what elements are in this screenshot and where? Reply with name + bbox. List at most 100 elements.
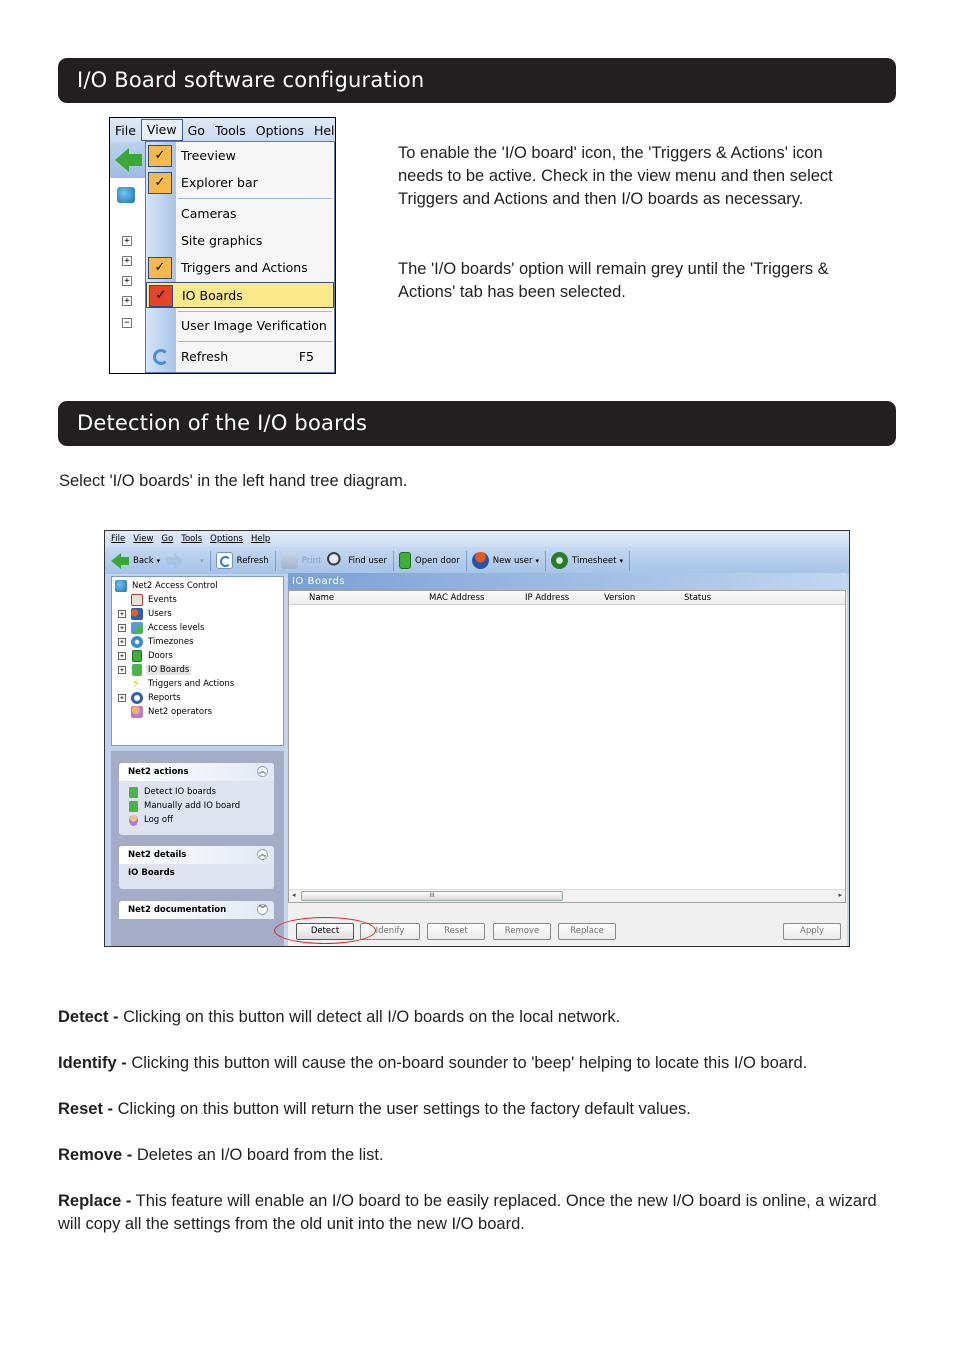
users-icon [131, 608, 143, 620]
panel-header[interactable]: Net2 actions ︽ [119, 763, 274, 781]
network-icon [115, 580, 127, 592]
section-header-detection: Detection of the I/O boards [58, 401, 896, 446]
tree-item-label: Doors [148, 651, 173, 661]
definition-text: This feature will enable an I/O board to… [58, 1192, 877, 1233]
timesheet-button[interactable]: Timesheet ▾ [551, 552, 623, 569]
column-header-ip-address[interactable]: IP Address [525, 593, 569, 603]
remove-button[interactable]: Remove [493, 923, 551, 940]
tree-item-label: Timezones [148, 637, 194, 647]
app-menu-file[interactable]: File [111, 534, 125, 544]
collapse-icon[interactable]: ︽ [257, 849, 268, 860]
tree-expander[interactable]: + [122, 236, 132, 246]
menu-help[interactable]: Hel [309, 123, 335, 138]
operator-icon [129, 814, 138, 826]
open-door-button[interactable]: Open door [399, 552, 460, 569]
column-header-version[interactable]: Version [604, 593, 635, 603]
back-arrow-icon-tail [121, 556, 129, 565]
apply-button[interactable]: Apply [783, 923, 841, 940]
scroll-right-icon[interactable]: ▸ [838, 891, 842, 899]
panel-header[interactable]: Net2 details ︽ [119, 846, 274, 864]
menu-view[interactable]: View [140, 119, 183, 141]
action-manually-add-io-board[interactable]: Manually add IO board [119, 799, 274, 813]
chevron-down-icon: ▾ [156, 556, 161, 565]
tree-expander[interactable]: + [122, 256, 132, 266]
forward-button[interactable]: ▾ [166, 552, 204, 569]
print-label: Print [301, 555, 322, 566]
menu-item-user-image-verification[interactable]: User Image Verification [146, 313, 334, 339]
toolbar-separator [545, 550, 547, 571]
app-menu-help[interactable]: Help [251, 534, 270, 544]
column-header-mac-address[interactable]: MAC Address [429, 593, 485, 603]
back-arrow-icon-tail [128, 154, 142, 166]
expand-icon[interactable]: + [118, 610, 126, 618]
find-user-button[interactable]: Find user [327, 552, 387, 569]
reset-button[interactable]: Reset [427, 923, 485, 940]
refresh-label: Refresh [236, 555, 269, 566]
menu-item-io-boards[interactable]: ✓ IO Boards [146, 282, 334, 308]
app-menu-tools[interactable]: Tools [181, 534, 202, 544]
expand-icon[interactable]: + [118, 624, 126, 632]
expand-icon[interactable]: + [118, 652, 126, 660]
action-detect-io-boards[interactable]: Detect IO boards [119, 785, 274, 799]
tree-item-label: Net2 operators [148, 707, 213, 717]
tree-expander[interactable]: + [122, 296, 132, 306]
column-header-status[interactable]: Status [684, 593, 711, 603]
scrollbar-thumb[interactable]: III [301, 891, 563, 901]
action-label: Detect IO boards [144, 787, 216, 797]
timesheet-label: Timesheet [572, 555, 617, 566]
io-boards-list[interactable]: Name MAC Address IP Address Version Stat… [288, 590, 846, 903]
intro-paragraph-2: The 'I/O boards' option will remain grey… [398, 260, 829, 301]
horizontal-scrollbar[interactable]: ◂ III ▸ [289, 889, 845, 902]
action-log-off[interactable]: Log off [119, 813, 274, 827]
print-button[interactable]: Print [280, 552, 322, 569]
tree-expander[interactable]: + [122, 276, 132, 286]
door-icon [399, 552, 412, 569]
new-user-button[interactable]: New user ▾ [471, 552, 539, 569]
refresh-icon [215, 552, 233, 569]
replace-button[interactable]: Replace [558, 923, 616, 940]
menu-item-treeview[interactable]: ✓ Treeview [146, 143, 334, 169]
expand-icon[interactable]: ︾ [257, 904, 268, 915]
refresh-button[interactable]: Refresh [215, 552, 269, 569]
scroll-left-icon[interactable]: ◂ [292, 891, 296, 899]
app-menu-go[interactable]: Go [161, 534, 173, 544]
panel-header[interactable]: Net2 documentation ︾ [119, 901, 274, 919]
column-header-name[interactable]: Name [309, 593, 334, 603]
expand-icon[interactable]: + [118, 638, 126, 646]
menu-item-label: Explorer bar [181, 175, 258, 190]
menu-tools[interactable]: Tools [210, 123, 251, 138]
net2-documentation-panel: Net2 documentation ︾ [119, 901, 274, 919]
view-menu-screenshot: + + + + − File View Go Tools Options Hel… [109, 117, 336, 374]
net2-details-panel: Net2 details ︽ IO Boards [119, 846, 274, 889]
back-button[interactable]: Back ▾ [111, 552, 161, 569]
toolbar-separator [209, 550, 211, 571]
forward-arrow-icon-tail [166, 556, 175, 565]
back-arrow-icon [115, 148, 129, 172]
io-board-icon [129, 800, 138, 812]
menu-item-explorer-bar[interactable]: ✓ Explorer bar [146, 170, 334, 196]
definition-term: Replace - [58, 1192, 132, 1210]
app-menu-view[interactable]: View [133, 534, 153, 544]
menu-item-site-graphics[interactable]: Site graphics [146, 228, 334, 254]
collapse-icon[interactable]: ︽ [257, 766, 268, 777]
pane-splitter[interactable] [284, 576, 287, 946]
expand-icon[interactable]: + [118, 666, 126, 674]
menu-go[interactable]: Go [183, 123, 210, 138]
tree-item-label: Triggers and Actions [148, 679, 235, 689]
tree-expander[interactable]: − [122, 318, 132, 328]
menu-file[interactable]: File [110, 123, 141, 138]
definition-detect: Detect - Clicking on this button will de… [58, 1006, 898, 1029]
menu-options[interactable]: Options [251, 123, 309, 138]
net2-app-screenshot: File View Go Tools Options Help Back ▾ ▾ … [104, 530, 850, 947]
app-menu-options[interactable]: Options [210, 534, 243, 544]
navigation-tree: Net2 Access Control Events + Users + Acc… [111, 576, 284, 746]
menu-item-refresh[interactable]: Refresh F5 [146, 344, 334, 370]
explorer-bar: Net2 actions ︽ Detect IO boards Manually… [111, 751, 284, 946]
menu-item-cameras[interactable]: Cameras [146, 201, 334, 227]
menu-separator [178, 311, 332, 312]
expand-icon[interactable]: + [118, 694, 126, 702]
clock-icon [551, 552, 569, 569]
magnifier-user-icon [327, 552, 345, 569]
definition-text: Clicking this button will cause the on-b… [126, 1054, 808, 1072]
menu-item-triggers-and-actions[interactable]: ✓ Triggers and Actions [146, 255, 334, 281]
